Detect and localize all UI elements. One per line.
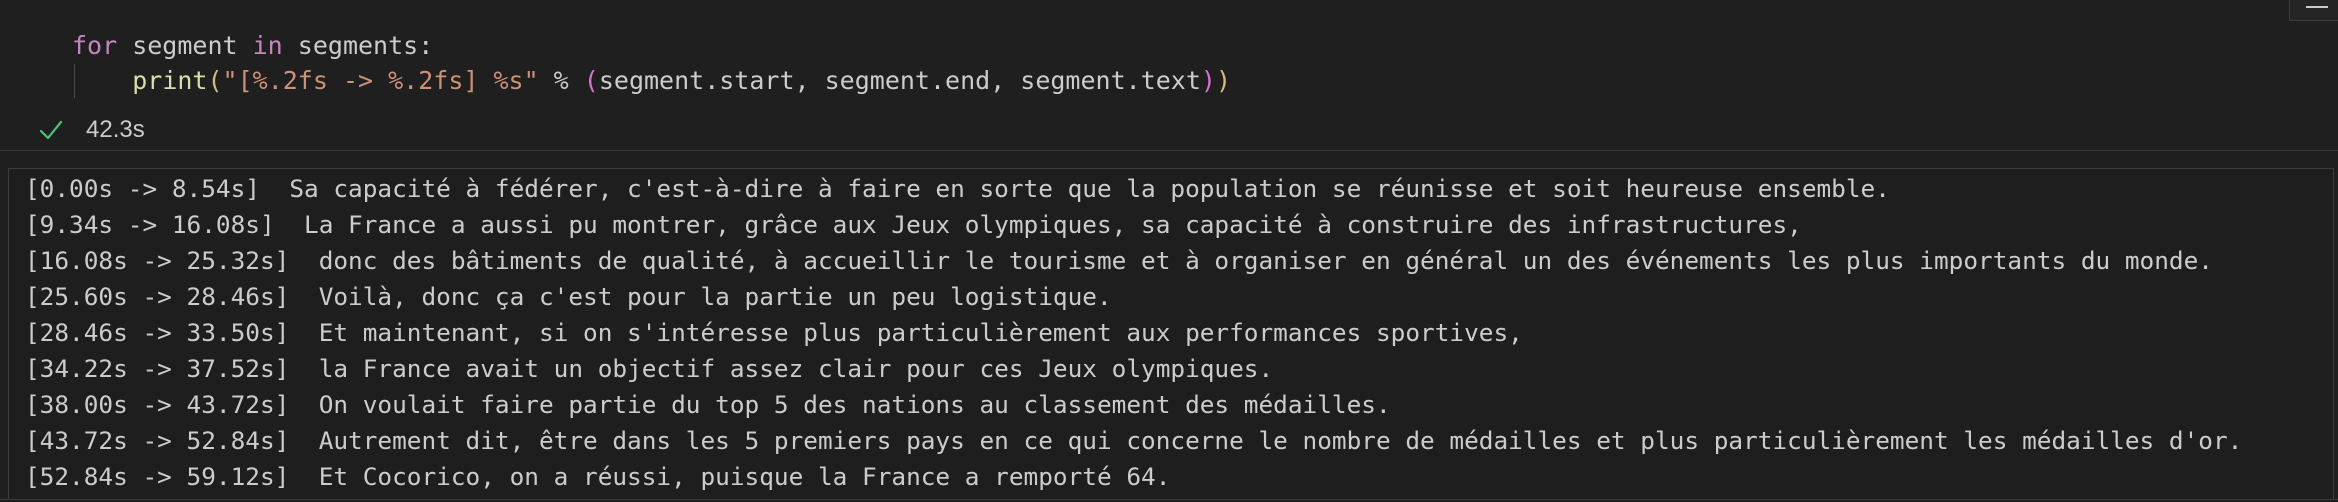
output-line: [25.60s -> 28.46s] Voilà, donc ça c'est … xyxy=(25,282,1112,311)
output-line: [9.34s -> 16.08s] La France a aussi pu m… xyxy=(25,210,1802,239)
code-line-2: print("[%.2fs -> %.2fs] %s" % (segment.s… xyxy=(72,63,1231,99)
format-string: "[%.2fs -> %.2fs] %s" xyxy=(222,66,539,95)
output-line: [38.00s -> 43.72s] On voulait faire part… xyxy=(25,390,1391,419)
open-paren-inner: ( xyxy=(583,66,599,95)
format-args: segment.start, segment.end, segment.text xyxy=(598,66,1201,95)
format-operator: % xyxy=(538,66,584,95)
keyword-in: in xyxy=(252,31,283,60)
check-icon xyxy=(39,120,63,140)
code-line-1: for segment in segments: xyxy=(72,28,433,64)
close-paren-inner: ) xyxy=(1200,66,1216,95)
output-line: [43.72s -> 52.84s] Autrement dit, être d… xyxy=(25,426,2243,455)
execution-time: 42.3s xyxy=(86,116,145,143)
output-line: [52.84s -> 59.12s] Et Cocorico, on a réu… xyxy=(25,462,1171,491)
code-editor[interactable]: for segment in segments: print("[%.2fs -… xyxy=(0,0,2338,102)
open-paren: ( xyxy=(207,66,223,95)
output-line: [28.46s -> 33.50s] Et maintenant, si on … xyxy=(25,318,1523,347)
bottom-divider xyxy=(0,499,2338,500)
cell-output[interactable]: [0.00s -> 8.54s] Sa capacité à fédérer, … xyxy=(8,168,2334,500)
loop-variable: segment xyxy=(117,31,253,60)
cell-divider xyxy=(0,150,2338,151)
keyword-for: for xyxy=(72,31,118,60)
output-line: [0.00s -> 8.54s] Sa capacité à fédérer, … xyxy=(25,174,1890,203)
notebook-page: for segment in segments: print("[%.2fs -… xyxy=(0,0,2338,502)
code-cell[interactable]: for segment in segments: print("[%.2fs -… xyxy=(0,0,2338,150)
execution-status: 42.3s xyxy=(38,112,145,148)
close-paren: ) xyxy=(1215,66,1232,95)
function-print: print xyxy=(132,66,208,95)
output-line: [16.08s -> 25.32s] donc des bâtiments de… xyxy=(25,246,2213,275)
output-line: [34.22s -> 37.52s] la France avait un ob… xyxy=(25,354,1274,383)
iterable: segments: xyxy=(282,31,434,60)
